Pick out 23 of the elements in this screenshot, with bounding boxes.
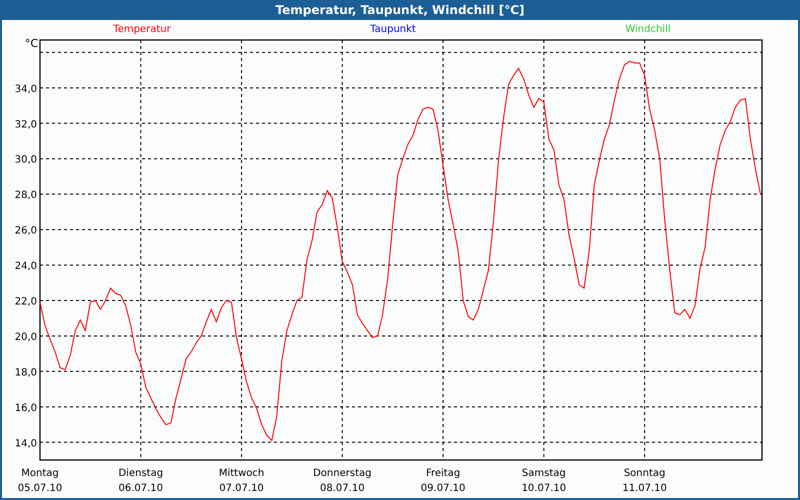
y-tick-label: 24,0 bbox=[14, 261, 37, 272]
y-tick-label: 26,0 bbox=[14, 226, 37, 237]
axis-unit: °C bbox=[24, 37, 38, 50]
x-tick-label: Donnerstag 08.07.10 bbox=[313, 468, 372, 494]
legend-label: Temperatur bbox=[113, 24, 171, 35]
legend-label: Taupunkt bbox=[370, 24, 416, 35]
x-tick-label: Mittwoch 07.07.10 bbox=[218, 468, 264, 494]
y-tick-label: 16,0 bbox=[14, 402, 37, 414]
x-tick-label: Samstag 10.07.10 bbox=[522, 468, 566, 494]
window-title: Temperatur, Taupunkt, Windchill [°C] bbox=[0, 0, 800, 20]
y-tick-label: 34,0 bbox=[14, 84, 37, 95]
x-tick-label: Sonntag 11.07.10 bbox=[622, 468, 667, 494]
y-tick-label: 18,0 bbox=[14, 367, 37, 378]
y-tick-label: 22,0 bbox=[14, 296, 37, 308]
x-tick-label: Montag 05.07.10 bbox=[18, 468, 62, 494]
y-tick-label: 20,0 bbox=[14, 332, 37, 343]
x-tick-label: Freitag 09.07.10 bbox=[420, 468, 466, 494]
x-tick-label: Dienstag 06.07.10 bbox=[118, 468, 164, 494]
y-tick-label: 32,0 bbox=[14, 119, 37, 130]
y-tick-label: 28,0 bbox=[14, 190, 37, 202]
legend-label: Windchill bbox=[625, 24, 671, 35]
y-tick-label: 14,0 bbox=[14, 438, 37, 450]
y-tick-label: 30,0 bbox=[14, 154, 37, 166]
